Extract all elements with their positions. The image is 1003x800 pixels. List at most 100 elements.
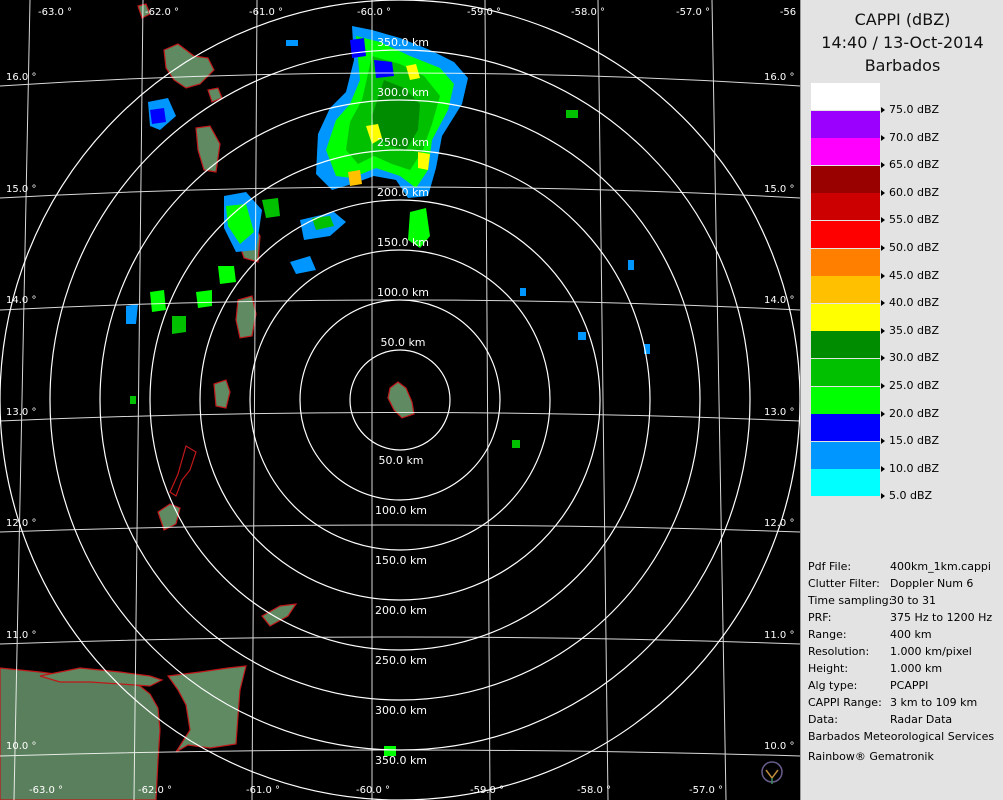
longitude-label: -58.0 ° — [571, 7, 605, 18]
legend-tick-icon — [881, 355, 885, 362]
ring-label-north: 250.0 km — [377, 136, 429, 149]
echo-north-strong-4 — [418, 152, 430, 170]
info-row: Range: 400 km — [808, 628, 1003, 645]
longitude-label: -60.0 ° — [356, 785, 390, 796]
legend-label: 70.0 dBZ — [889, 130, 940, 144]
info-row: CAPPI Range: 3 km to 109 km — [808, 696, 1003, 713]
latitude-label: 16.0 ° — [764, 72, 794, 83]
info-key: CAPPI Range: — [808, 696, 882, 709]
legend-tick-icon — [881, 272, 885, 279]
legend-swatch — [811, 359, 880, 386]
echo-small-7 — [130, 396, 136, 404]
info-row: Pdf File: 400km_1km.cappi — [808, 560, 1003, 577]
echo-west-cell-9 — [150, 108, 166, 124]
land-st-lucia — [235, 295, 257, 339]
echo-north-strong-3 — [348, 170, 362, 186]
legend-tick-icon — [881, 465, 885, 472]
info-row: Clutter Filter: Doppler Num 6 — [808, 577, 1003, 594]
land-venezuela — [0, 667, 161, 800]
legend-label: 45.0 dBZ — [889, 268, 940, 282]
ring-label-south: 200.0 km — [375, 604, 427, 617]
ring-label-south: 100.0 km — [375, 504, 427, 517]
longitude-label: -61.0 ° — [249, 7, 283, 18]
latitude-label: 13.0 ° — [764, 407, 794, 418]
ring-label-north: 150.0 km — [377, 236, 429, 249]
legend-tick-icon — [881, 162, 885, 169]
ring-label-north: 100.0 km — [377, 286, 429, 299]
info-row: Alg type: PCAPPI — [808, 679, 1003, 696]
legend-tick-icon — [881, 438, 885, 445]
legend-label: 5.0 dBZ — [889, 489, 933, 503]
echo-west-cell-4 — [172, 316, 186, 334]
legend-swatch — [811, 165, 880, 193]
legend-swatch — [811, 441, 880, 469]
ring-label-north: 350.0 km — [377, 36, 429, 49]
info-value: Radar Data — [890, 713, 953, 726]
legend-tick-icon — [881, 189, 885, 196]
legend-label: 15.0 dBZ — [889, 434, 940, 448]
product-title: CAPPI (dBZ) — [854, 10, 951, 29]
latitude-label: 14.0 ° — [6, 295, 36, 306]
legend-swatch — [811, 248, 880, 276]
echo-small-4 — [578, 332, 586, 340]
legend-swatch — [811, 110, 880, 138]
ring-label-south: 150.0 km — [375, 554, 427, 567]
info-row: Data: Radar Data — [808, 713, 1003, 730]
legend-label: 60.0 dBZ — [889, 185, 940, 199]
echo-small-3 — [566, 110, 578, 118]
legend-label: 30.0 dBZ — [889, 351, 940, 365]
longitude-label: -62.0 ° — [145, 7, 179, 18]
echo-small-2 — [286, 40, 298, 46]
datetime-label: 14:40 / 13-Oct-2014 — [821, 33, 984, 52]
ring-label-north: 300.0 km — [377, 86, 429, 99]
echo-small-9 — [520, 288, 526, 296]
longitude-label: -56 — [780, 7, 796, 18]
latitude-label: 10.0 ° — [6, 741, 36, 752]
echo-small-8 — [628, 260, 634, 270]
legend-tick-icon — [881, 245, 885, 251]
organization-credit: Barbados Meteorological Services — [808, 730, 995, 743]
echo-north-blue-1 — [374, 60, 394, 78]
echo-small-6 — [512, 440, 520, 448]
longitude-label: -59.0 ° — [467, 7, 501, 18]
legend-tick-icon — [881, 383, 885, 389]
info-value: PCAPPI — [890, 679, 929, 692]
legend-label: 50.0 dBZ — [889, 241, 940, 254]
longitude-label: -59.0 ° — [470, 785, 504, 796]
longitude-label: -57.0 ° — [676, 7, 710, 18]
latitude-label: 12.0 ° — [764, 518, 794, 529]
legend-label: 75.0 dBZ — [889, 103, 940, 116]
info-key: Data: — [808, 713, 838, 726]
info-key: Pdf File: — [808, 560, 852, 573]
ring-label-south: 350.0 km — [375, 754, 427, 767]
legend-label: 55.0 dBZ — [889, 213, 940, 227]
info-key: Time sampling: — [808, 594, 893, 607]
info-key: Range: — [808, 628, 847, 641]
legend-tick-icon — [881, 134, 885, 141]
info-key: Clutter Filter: — [808, 577, 880, 590]
legend-swatch — [811, 138, 880, 166]
longitude-label: -63.0 ° — [29, 785, 63, 796]
legend-swatch — [811, 193, 880, 221]
ring-label-north: 200.0 km — [377, 186, 429, 199]
info-key: PRF: — [808, 611, 832, 624]
latitude-label: 11.0 ° — [764, 630, 794, 641]
info-value: 3 km to 109 km — [890, 696, 978, 709]
echo-west-cell-3 — [126, 304, 138, 324]
legend-swatch — [811, 414, 880, 442]
legend-label: 20.0 dBZ — [889, 406, 940, 420]
longitude-label: -60.0 ° — [357, 7, 391, 18]
info-row: Time sampling: 30 to 31 — [808, 594, 1003, 611]
latitude-label: 16.0 ° — [6, 72, 36, 83]
info-row: PRF: 375 Hz to 1200 Hz — [808, 611, 1003, 628]
latitude-label: 11.0 ° — [6, 630, 36, 641]
legend-tick-icon — [881, 217, 885, 224]
echo-west-cell-5 — [218, 266, 236, 284]
ring-label-north: 50.0 km — [380, 336, 425, 349]
latitude-label: 13.0 ° — [6, 407, 36, 418]
radar-map-view[interactable]: 50.0 km 100.0 km 150.0 km 200.0 km 250.0… — [0, 0, 800, 800]
legend-label: 35.0 dBZ — [889, 323, 940, 337]
longitude-label: -61.0 ° — [246, 785, 280, 796]
echo-north-blue-2 — [350, 38, 366, 58]
legend-swatch — [811, 303, 880, 331]
